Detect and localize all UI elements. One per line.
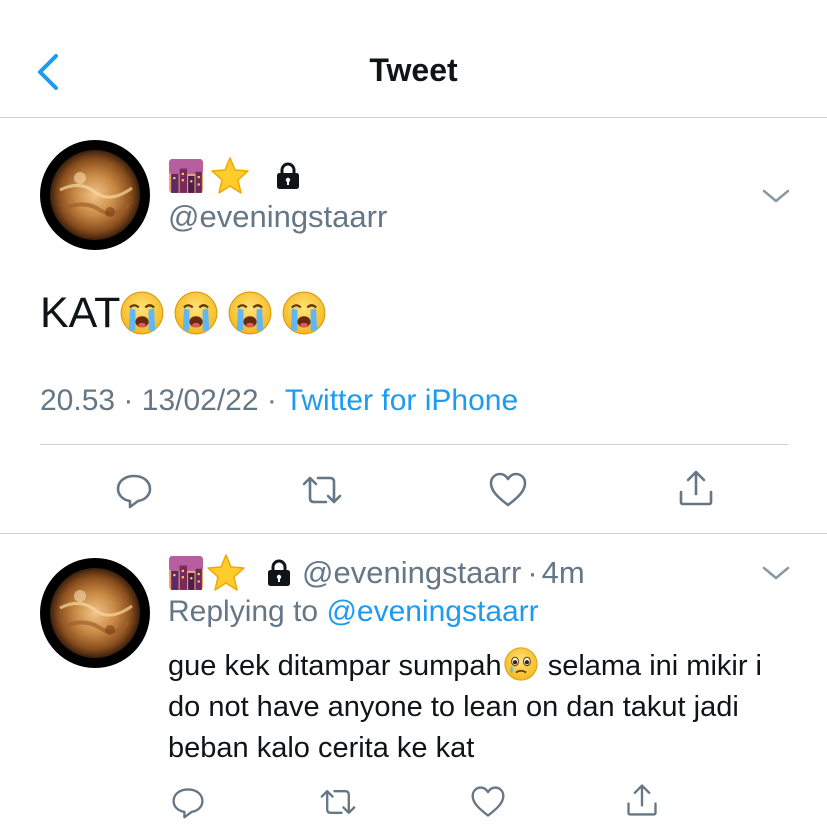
tweet-text: KAT [40,288,121,337]
face-holding-back-tears-emoji [504,647,538,681]
tweet-handle[interactable]: @eveningstaarr [168,199,387,235]
tweet-time: 20.53 [40,384,116,417]
retweet-icon [302,476,342,504]
header-divider [0,117,827,118]
city-sunset-emoji [168,555,204,591]
tweet-meta: 20.53 · 13/02/22 · Twitter for iPhone [40,384,518,418]
reply-like-button[interactable] [470,784,506,825]
reply-icon [172,788,204,819]
avatar[interactable] [40,140,150,250]
display-name [168,156,303,194]
reply-text-part1: gue kek ditampar sumpah [168,650,502,682]
reply-icon [116,474,152,509]
loudly-crying-face-emoji [228,291,272,335]
tweet-options-button[interactable] [761,186,791,211]
share-icon [627,784,657,816]
tweet-body: KAT [40,288,326,338]
like-icon [489,472,527,507]
meta-divider [40,444,788,445]
reply-share-button[interactable] [624,782,660,823]
star-emoji [210,156,250,196]
like-button[interactable] [488,470,528,515]
reply-retweet-button[interactable] [318,784,358,825]
reply-age: 4m [541,555,585,590]
reply-avatar[interactable] [40,558,150,668]
reply-options-button[interactable] [761,563,791,588]
reply-header: @eveningstaarr · 4m [168,553,585,593]
lock-icon [273,161,303,191]
section-divider [0,533,827,534]
share-button[interactable] [676,468,716,513]
retweet-button[interactable] [300,470,344,515]
city-sunset-emoji [168,158,204,194]
retweet-icon [320,790,356,814]
share-icon [679,470,713,506]
replying-to: Replying to @eveningstaarr [168,595,539,629]
chevron-down-icon [762,566,790,580]
like-icon [471,786,505,817]
star-emoji [206,553,246,593]
meta-separator: · [123,384,134,417]
meta-separator: · [266,384,277,417]
loudly-crying-face-emoji [174,291,218,335]
loudly-crying-face-emoji [282,291,326,335]
reply-text: gue kek ditampar sumpah selama ini mikir … [168,646,798,769]
loudly-crying-face-emoji [120,291,164,335]
tweet-date: 13/02/22 [141,384,259,417]
reply-button[interactable] [114,470,154,515]
reply-separator: · [527,555,538,590]
replying-to-label: Replying to [168,595,319,628]
page-title: Tweet [369,52,458,88]
replying-to-link[interactable]: @eveningstaarr [326,595,538,628]
reply-handle[interactable]: @eveningstaarr [302,555,521,591]
lock-icon [264,558,294,588]
reply-reply-button[interactable] [170,784,206,825]
tweet-source-link[interactable]: Twitter for iPhone [285,384,518,417]
chevron-down-icon [762,189,790,203]
